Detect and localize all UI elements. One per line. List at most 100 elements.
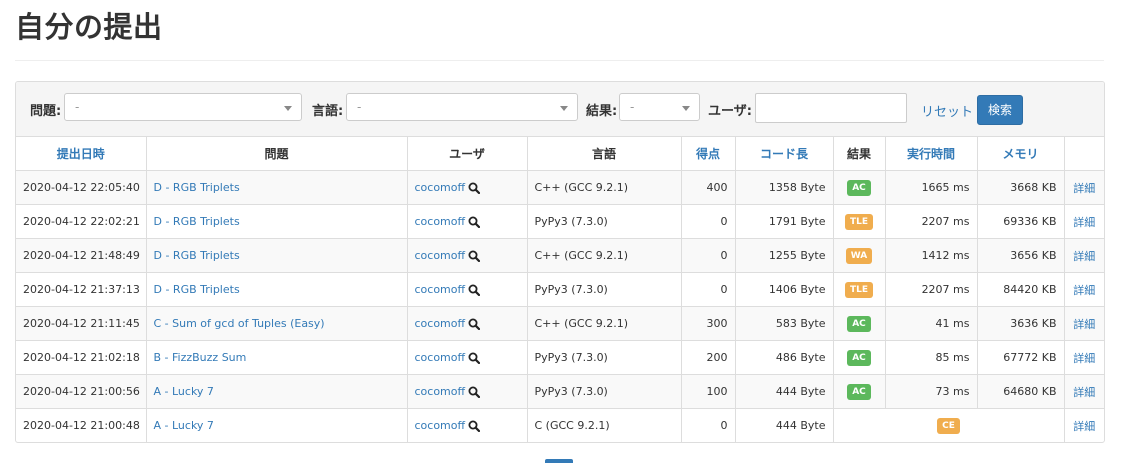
detail-link[interactable]: 詳細	[1073, 420, 1095, 433]
magnifier-icon[interactable]	[468, 283, 481, 296]
submission-time: 2020-04-12 21:37:13	[16, 272, 147, 307]
table-row: 2020-04-12 21:00:48 A - Lucky 7 cocomoff C …	[16, 408, 1104, 442]
table-header-row: 提出日時 問題 ユーザ 言語 得点 コード長 結果 実行時間 メモリ	[16, 137, 1104, 171]
col-score[interactable]: 得点	[681, 137, 736, 171]
code-size-cell: 1406 Byte	[735, 272, 834, 307]
table-row: 2020-04-12 21:37:13 D - RGB Triplets cocom…	[16, 272, 1104, 307]
task-link[interactable]: D - RGB Triplets	[154, 215, 240, 228]
task-link[interactable]: D - RGB Triplets	[154, 249, 240, 262]
magnifier-icon[interactable]	[468, 215, 481, 228]
score-cell: 0	[681, 238, 736, 273]
memory-cell: 69336 KB	[977, 204, 1065, 239]
status-badge[interactable]: AC	[847, 383, 871, 400]
memory-cell: 67772 KB	[977, 340, 1065, 375]
user-link[interactable]: cocomoff	[415, 419, 466, 432]
language-cell: PyPy3 (7.3.0)	[527, 272, 682, 307]
submissions-table: 提出日時 問題 ユーザ 言語 得点 コード長 結果 実行時間 メモリ 2020-…	[16, 137, 1104, 442]
code-size-cell: 1255 Byte	[735, 238, 834, 273]
problem-select-value: -	[75, 100, 80, 114]
table-row: 2020-04-12 22:02:21 D - RGB Triplets cocom…	[16, 204, 1104, 239]
col-exec-time[interactable]: 実行時間	[885, 137, 978, 171]
reset-link[interactable]: リセット	[921, 101, 973, 120]
user-filter-label: ユーザ:	[708, 104, 752, 119]
exec-time-cell: 41 ms	[885, 306, 978, 341]
score-cell: 0	[681, 408, 736, 442]
detail-link[interactable]: 詳細	[1073, 182, 1095, 195]
table-row: 2020-04-12 22:05:40 D - RGB Triplets cocom…	[16, 170, 1104, 205]
magnifier-icon[interactable]	[468, 419, 481, 432]
language-cell: C++ (GCC 9.2.1)	[527, 170, 682, 205]
detail-link[interactable]: 詳細	[1073, 250, 1095, 263]
submission-time: 2020-04-12 21:00:48	[16, 408, 147, 442]
result-select[interactable]: -	[619, 93, 700, 121]
task-link[interactable]: D - RGB Triplets	[154, 181, 240, 194]
status-badge[interactable]: AC	[847, 315, 871, 332]
table-row: 2020-04-12 21:48:49 D - RGB Triplets cocom…	[16, 238, 1104, 273]
status-badge[interactable]: WA	[845, 247, 873, 264]
magnifier-icon[interactable]	[468, 385, 481, 398]
user-link[interactable]: cocomoff	[415, 317, 466, 330]
user-link[interactable]: cocomoff	[415, 385, 466, 398]
result-filter-label: 結果:	[586, 104, 618, 119]
task-link[interactable]: A - Lucky 7	[154, 385, 214, 398]
problem-filter-label: 問題:	[30, 104, 62, 119]
detail-link[interactable]: 詳細	[1073, 284, 1095, 297]
col-user: ユーザ	[407, 137, 528, 171]
task-link[interactable]: A - Lucky 7	[154, 419, 214, 432]
score-cell: 400	[681, 170, 736, 205]
result-select-value: -	[630, 100, 635, 114]
score-cell: 0	[681, 204, 736, 239]
exec-time-cell: 1665 ms	[885, 170, 978, 205]
user-link[interactable]: cocomoff	[415, 181, 466, 194]
status-badge[interactable]: AC	[847, 349, 871, 366]
task-link[interactable]: D - RGB Triplets	[154, 283, 240, 296]
col-status: 結果	[833, 137, 886, 171]
exec-time-cell: 2207 ms	[885, 204, 978, 239]
col-memory[interactable]: メモリ	[977, 137, 1065, 171]
language-cell: C++ (GCC 9.2.1)	[527, 238, 682, 273]
user-link[interactable]: cocomoff	[415, 249, 466, 262]
language-cell: PyPy3 (7.3.0)	[527, 374, 682, 409]
language-select[interactable]: -	[346, 93, 578, 121]
exec-time-cell: 85 ms	[885, 340, 978, 375]
user-link[interactable]: cocomoff	[415, 215, 466, 228]
submission-time: 2020-04-12 21:48:49	[16, 238, 147, 273]
status-badge[interactable]: CE	[937, 417, 960, 434]
submissions-panel: 問題: - 言語: - 結果: - ユーザ: リセット 検索 提出日時 問題 ユ…	[15, 81, 1105, 443]
status-badge[interactable]: AC	[847, 179, 871, 196]
user-link[interactable]: cocomoff	[415, 283, 466, 296]
user-input[interactable]	[755, 93, 907, 123]
code-size-cell: 1358 Byte	[735, 170, 834, 205]
magnifier-icon[interactable]	[468, 249, 481, 262]
memory-cell: 3668 KB	[977, 170, 1065, 205]
title-divider	[15, 60, 1104, 61]
search-button[interactable]: 検索	[977, 95, 1023, 125]
score-cell: 0	[681, 272, 736, 307]
pagination[interactable]	[545, 459, 573, 463]
task-link[interactable]: C - Sum of gcd of Tuples (Easy)	[154, 317, 325, 330]
score-cell: 200	[681, 340, 736, 375]
exec-time-cell: 1412 ms	[885, 238, 978, 273]
table-row: 2020-04-12 21:11:45 C - Sum of gcd of Tup…	[16, 306, 1104, 341]
col-submit-time[interactable]: 提出日時	[16, 137, 147, 171]
col-code-size[interactable]: コード長	[735, 137, 834, 171]
detail-link[interactable]: 詳細	[1073, 352, 1095, 365]
detail-link[interactable]: 詳細	[1073, 216, 1095, 229]
submission-time: 2020-04-12 21:00:56	[16, 374, 147, 409]
memory-cell: 84420 KB	[977, 272, 1065, 307]
detail-link[interactable]: 詳細	[1073, 386, 1095, 399]
magnifier-icon[interactable]	[468, 181, 481, 194]
status-badge[interactable]: TLE	[844, 213, 874, 230]
status-badge[interactable]: TLE	[844, 281, 874, 298]
user-link[interactable]: cocomoff	[415, 351, 466, 364]
table-row: 2020-04-12 21:02:18 B - FizzBuzz Sum cocom…	[16, 340, 1104, 375]
detail-link[interactable]: 詳細	[1073, 318, 1095, 331]
task-link[interactable]: B - FizzBuzz Sum	[154, 351, 247, 364]
submission-time: 2020-04-12 22:02:21	[16, 204, 147, 239]
problem-select[interactable]: -	[64, 93, 302, 121]
exec-time-cell: 73 ms	[885, 374, 978, 409]
caret-down-icon	[560, 106, 568, 111]
magnifier-icon[interactable]	[468, 351, 481, 364]
language-cell: C++ (GCC 9.2.1)	[527, 306, 682, 341]
magnifier-icon[interactable]	[468, 317, 481, 330]
